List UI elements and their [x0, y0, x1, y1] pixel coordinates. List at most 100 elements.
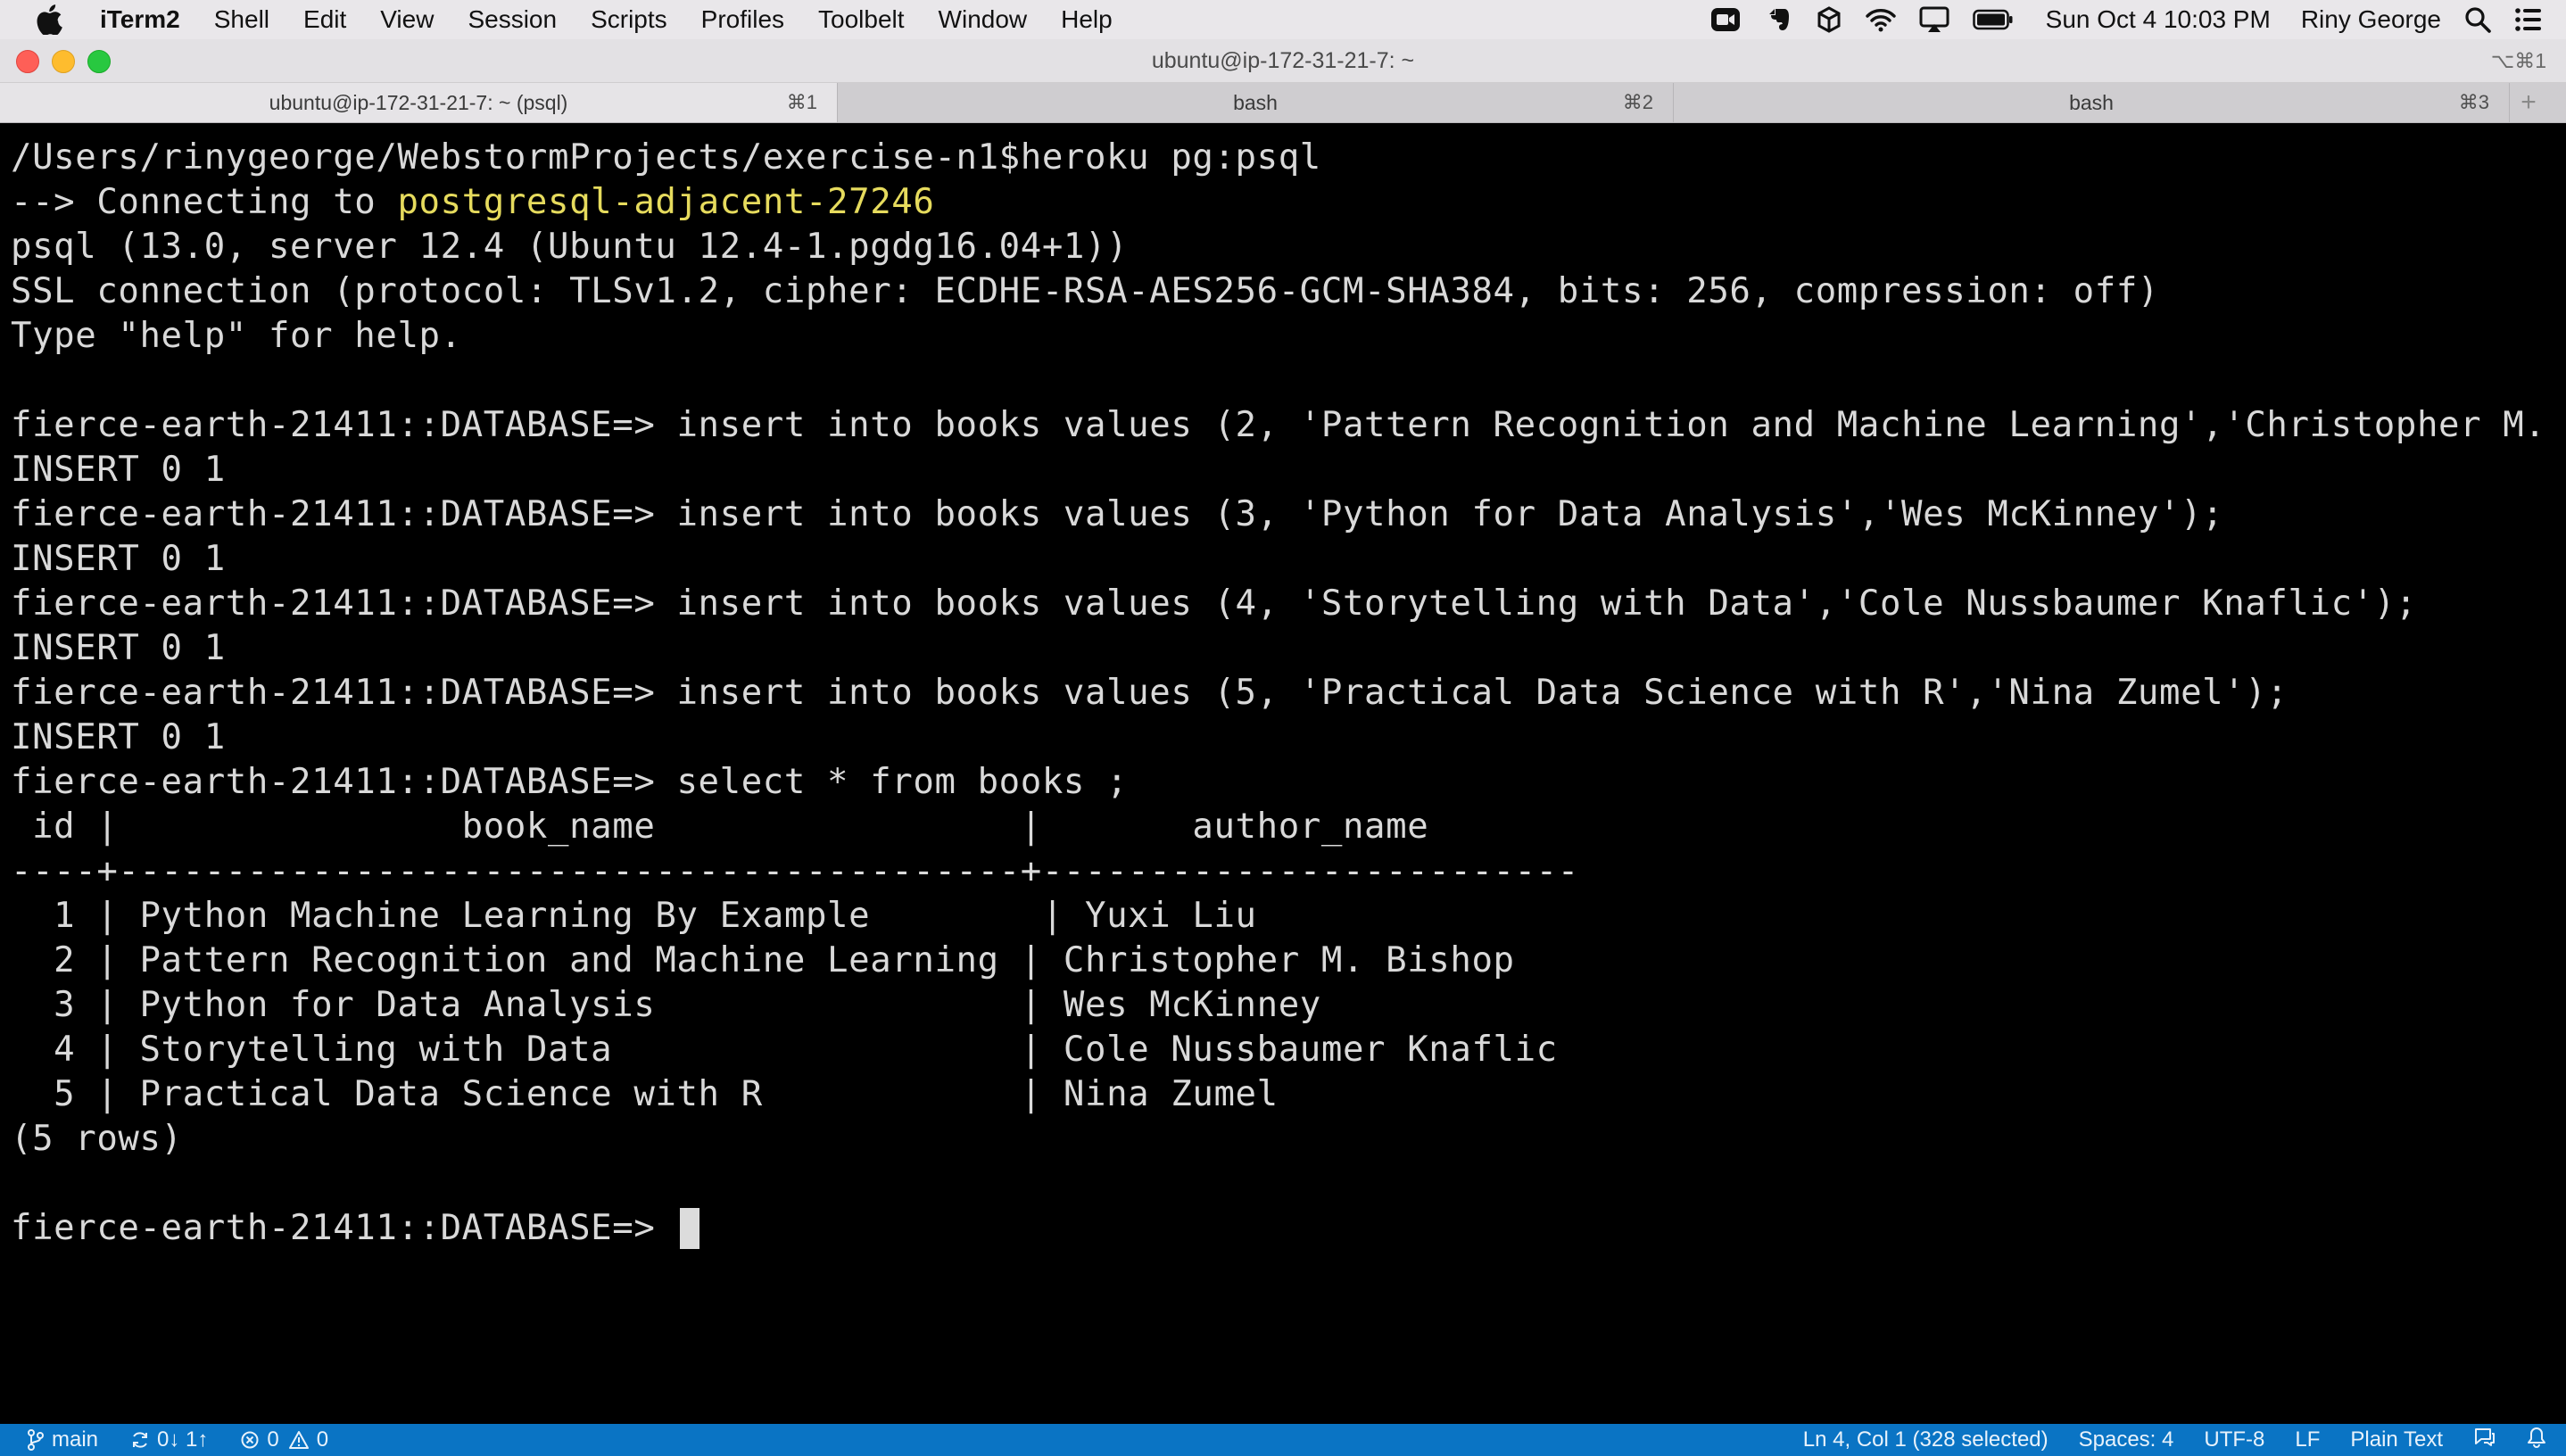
error-icon: [241, 1431, 259, 1449]
terminal-line: fierce-earth-21411::DATABASE=> insert in…: [11, 403, 2566, 448]
menu-profiles[interactable]: Profiles: [701, 5, 784, 34]
window-shortcut: ⌥⌘1: [2490, 49, 2546, 72]
terminal-line-text: SSL connection (protocol: TLSv1.2, ciphe…: [11, 271, 2159, 311]
terminal-line-text: Type "help" for help.: [11, 316, 462, 356]
terminal-line-text: 1 | Python Machine Learning By Example |…: [11, 896, 1257, 936]
terminal-output[interactable]: /Users/rinygeorge/WebstormProjects/exerc…: [0, 123, 2566, 1424]
sync-status: 0↓ 1↑: [157, 1427, 209, 1452]
spotlight-icon[interactable]: [2464, 6, 2491, 33]
terminal-line: (5 rows): [11, 1117, 183, 1162]
indentation[interactable]: Spaces: 4: [2079, 1427, 2174, 1452]
terminal-line-text: fierce-earth-21411::DATABASE=> insert in…: [11, 583, 2417, 624]
terminal-line-text: (5 rows): [11, 1119, 183, 1159]
terminal-line: INSERT 0 1: [11, 537, 226, 582]
terminal-line-text: fierce-earth-21411::DATABASE=> insert in…: [11, 673, 2289, 713]
terminal-line: 4 | Storytelling with Data | Cole Nussba…: [11, 1028, 1558, 1072]
problems-indicator[interactable]: 0 0: [240, 1427, 328, 1452]
terminal-line-text: fierce-earth-21411::DATABASE=> insert in…: [11, 494, 2224, 534]
terminal-line-text: fierce-earth-21411::DATABASE=>: [11, 1208, 677, 1248]
terminal-line-text: INSERT 0 1: [11, 450, 226, 490]
airplay-icon[interactable]: [1919, 6, 1949, 33]
sync-indicator[interactable]: 0↓ 1↑: [130, 1427, 208, 1452]
menu-shell[interactable]: Shell: [214, 5, 269, 34]
terminal-line-text: INSERT 0 1: [11, 628, 226, 668]
menu-scripts[interactable]: Scripts: [591, 5, 667, 34]
menu-help[interactable]: Help: [1061, 5, 1113, 34]
terminal-line: Type "help" for help.: [11, 314, 462, 359]
terminal-line: fierce-earth-21411::DATABASE=> insert in…: [11, 671, 2288, 716]
menu-edit[interactable]: Edit: [303, 5, 346, 34]
branch-name: main: [52, 1427, 99, 1452]
menubar-user[interactable]: Riny George: [2301, 5, 2441, 34]
terminal-line: fierce-earth-21411::DATABASE=> select * …: [11, 760, 1128, 805]
terminal-cursor: [680, 1207, 700, 1249]
tab-label: bash: [1233, 91, 1278, 114]
branch-indicator[interactable]: main: [27, 1427, 98, 1452]
warning-icon: [288, 1431, 309, 1449]
terminal-line: 2 | Pattern Recognition and Machine Lear…: [11, 939, 1515, 983]
menu-window[interactable]: Window: [939, 5, 1028, 34]
evernote-icon[interactable]: [1764, 5, 1792, 34]
terminal-line-text: ----+-----------------------------------…: [11, 851, 1579, 891]
terminal-line-text: id | book_name | author_name: [11, 807, 1429, 847]
terminal-line: SSL connection (protocol: TLSv1.2, ciphe…: [11, 269, 2159, 314]
encoding[interactable]: UTF-8: [2204, 1427, 2264, 1452]
tab-psql[interactable]: ubuntu@ip-172-31-21-7: ~ (psql) ⌘1: [0, 83, 838, 122]
tab-bash-3[interactable]: bash ⌘3: [1674, 83, 2510, 122]
tab-shortcut: ⌘1: [786, 91, 817, 113]
tab-shortcut: ⌘3: [2458, 91, 2489, 113]
macos-menu-bar: iTerm2 Shell Edit View Session Scripts P…: [0, 0, 2566, 39]
tab-bash-2[interactable]: bash ⌘2: [838, 83, 1674, 122]
feedback-icon[interactable]: [2473, 1427, 2496, 1454]
terminal-line: /Users/rinygeorge/WebstormProjects/exerc…: [11, 136, 1321, 180]
menu-toolbelt[interactable]: Toolbelt: [818, 5, 905, 34]
terminal-line-text: /Users/rinygeorge/WebstormProjects/exerc…: [11, 137, 1321, 178]
tab-label: ubuntu@ip-172-31-21-7: ~ (psql): [269, 91, 568, 114]
terminal-line-text: 5 | Practical Data Science with R | Nina…: [11, 1074, 1279, 1114]
terminal-line: INSERT 0 1: [11, 448, 226, 492]
notifications-icon[interactable]: [2527, 1427, 2546, 1454]
terminal-line-text: 2 | Pattern Recognition and Machine Lear…: [11, 940, 1515, 980]
battery-icon[interactable]: [1972, 9, 2014, 30]
language-mode[interactable]: Plain Text: [2350, 1427, 2443, 1452]
terminal-line: INSERT 0 1: [11, 716, 226, 760]
sync-icon: [133, 1432, 148, 1448]
dropbox-icon[interactable]: [1816, 6, 1842, 33]
terminal-line: INSERT 0 1: [11, 626, 226, 671]
terminal-line-text: fierce-earth-21411::DATABASE=> select * …: [11, 762, 1129, 802]
tab-shortcut: ⌘2: [1622, 91, 1653, 113]
terminal-line-text: fierce-earth-21411::DATABASE=> insert in…: [11, 405, 2566, 445]
cursor-position[interactable]: Ln 4, Col 1 (328 selected): [1803, 1427, 2049, 1452]
terminal-line: 5 | Practical Data Science with R | Nina…: [11, 1072, 1279, 1117]
terminal-line: fierce-earth-21411::DATABASE=>: [11, 1206, 700, 1251]
database-name-highlight: postgresql-adjacent-27246: [397, 182, 935, 222]
window-title: ubuntu@ip-172-31-21-7: ~: [1151, 48, 1415, 73]
window-title-bar: ubuntu@ip-172-31-21-7: ~ ⌥⌘1: [0, 39, 2566, 83]
line-ending[interactable]: LF: [2295, 1427, 2320, 1452]
terminal-line: psql (13.0, server 12.4 (Ubuntu 12.4-1.p…: [11, 225, 1128, 269]
terminal-line-text: 3 | Python for Data Analysis | Wes McKin…: [11, 985, 1321, 1025]
warning-count: 0: [316, 1427, 329, 1452]
menubar-status-area: Sun Oct 4 10:03 PM Riny George: [1687, 0, 2543, 39]
menubar-clock[interactable]: Sun Oct 4 10:03 PM: [2046, 5, 2271, 34]
terminal-line-text: --> Connecting to: [11, 182, 398, 222]
terminal-line: 3 | Python for Data Analysis | Wes McKin…: [11, 983, 1321, 1028]
terminal-line: ----+-----------------------------------…: [11, 849, 1579, 894]
new-tab-button[interactable]: +: [2510, 83, 2547, 122]
menu-session[interactable]: Session: [468, 5, 557, 34]
menu-app-name[interactable]: iTerm2: [100, 5, 180, 34]
apple-icon[interactable]: [36, 4, 75, 35]
menu-view[interactable]: View: [380, 5, 434, 34]
terminal-line: id | book_name | author_name: [11, 805, 1428, 849]
tab-label: bash: [2069, 91, 2114, 114]
git-branch-icon: [28, 1429, 44, 1451]
wifi-icon[interactable]: [1865, 7, 1896, 32]
terminal-line: fierce-earth-21411::DATABASE=> insert in…: [11, 492, 2223, 537]
control-center-icon[interactable]: [2514, 7, 2543, 32]
terminal-line: fierce-earth-21411::DATABASE=> insert in…: [11, 582, 2417, 626]
status-bar: main 0↓ 1↑ 0 0 Ln 4, Col 1 (328 selected…: [0, 1424, 2566, 1456]
terminal-line-text: INSERT 0 1: [11, 539, 226, 579]
zoom-icon[interactable]: [1710, 6, 1741, 33]
terminal-line-text: INSERT 0 1: [11, 717, 226, 757]
terminal-line: 1 | Python Machine Learning By Example |…: [11, 894, 1257, 939]
